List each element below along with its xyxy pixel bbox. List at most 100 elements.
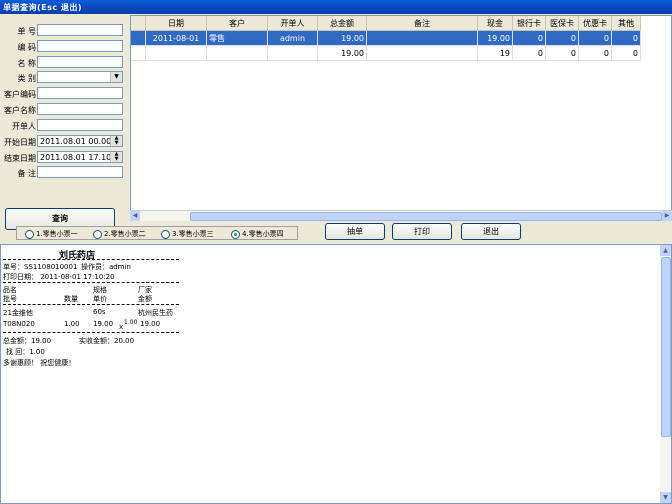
- receipt-change: 找 回：1.00: [6, 348, 45, 356]
- cell-date: [145, 45, 207, 61]
- receipt-item-price: 19.00: [93, 320, 114, 328]
- filter-category-label: 类 别: [17, 74, 36, 83]
- filter-customer-code-label: 客户编码: [4, 90, 36, 99]
- cell-issuer: [267, 45, 318, 61]
- scroll-right-icon[interactable]: ▶: [662, 211, 672, 221]
- receipt-item-spec: 60s: [93, 308, 106, 316]
- cell-total: 19.00: [317, 30, 367, 46]
- end-date-spinner[interactable]: ▲ ▼: [110, 152, 122, 162]
- receipt-item-multiplier: 1.00: [124, 319, 138, 326]
- filter-start-date-picker[interactable]: 2011.08.01 00.00 ▲ ▼: [37, 135, 123, 147]
- col-other[interactable]: 其他: [611, 16, 641, 31]
- start-date-spinner[interactable]: ▲ ▼: [110, 136, 122, 146]
- col-remark[interactable]: 备注: [366, 16, 478, 31]
- receipt-hdr-batch: 批号: [3, 295, 17, 303]
- cell-remark: [366, 45, 478, 61]
- receipt-hdr-price: 单价: [93, 295, 107, 303]
- window-title: 单据查询(Esc 退出): [3, 3, 83, 12]
- spin-down-icon[interactable]: ▼: [111, 141, 122, 146]
- filter-issuer-input[interactable]: [37, 119, 123, 131]
- filter-order-no-row: 单 号: [0, 24, 128, 38]
- cell-customer: [206, 45, 268, 61]
- cell-bank-card: 0: [512, 45, 546, 61]
- table-row-summary: 19.00 19 0 0 0 0: [131, 45, 641, 61]
- divider: [3, 332, 179, 333]
- receipt-received: 实收金额：20.00: [79, 337, 135, 345]
- receipt-preview: 刘氏药店 单号：SS1108010001 操作员：admin 打印日期： 201…: [0, 244, 672, 504]
- filter-customer-name-input[interactable]: [37, 103, 123, 115]
- filter-end-date-picker[interactable]: 2011.08.01 17.10 ▲ ▼: [37, 151, 123, 163]
- cell-discount-card: 0: [578, 30, 612, 46]
- filter-issuer-label: 开单人: [12, 122, 36, 131]
- cell-medical-card: 0: [545, 45, 579, 61]
- col-date[interactable]: 日期: [145, 16, 207, 31]
- filter-customer-code-row: 客户编码: [0, 87, 128, 101]
- scrollbar-thumb[interactable]: [190, 212, 662, 221]
- receipt-item-batch: T08N020: [3, 320, 35, 328]
- chevron-down-icon[interactable]: ▼: [110, 72, 122, 82]
- scrollbar-thumb[interactable]: [661, 257, 671, 437]
- radio-ticket-3[interactable]: 3.零售小票三: [161, 229, 214, 239]
- filter-customer-name-label: 客户名称: [4, 106, 36, 115]
- radio-dot-icon: [161, 229, 170, 239]
- start-date-value: 2011.08.01 00.00: [40, 137, 112, 146]
- exit-button[interactable]: 退出: [461, 223, 521, 240]
- receipt-thanks: 多谢惠顾！ 祝您健康！: [3, 359, 76, 367]
- cell-cash: 19: [477, 45, 513, 61]
- print-options-bar: 1.零售小票一 2.零售小票二 3.零售小票三 4.零售小票四 抽单 打印 退出: [0, 221, 672, 243]
- end-date-value: 2011.08.01 17.10: [40, 153, 112, 162]
- radio-ticket-4[interactable]: 4.零售小票四: [231, 229, 284, 239]
- col-bank-card[interactable]: 银行卡: [512, 16, 546, 31]
- filter-code-row: 编 码: [0, 40, 128, 54]
- filter-panel: 单 号 编 码 名 称 类 别 ▼ 客户编码 客户名称 开单人 开始日期 201…: [0, 14, 128, 230]
- col-issuer[interactable]: 开单人: [267, 16, 318, 31]
- receipt-hdr-qty: 数量: [64, 295, 78, 303]
- radio-ticket-1[interactable]: 1.零售小票一: [25, 229, 78, 239]
- receipt-item-qty: 1.00: [64, 320, 80, 328]
- filter-code-label: 编 码: [17, 43, 36, 52]
- filter-end-date-row: 结束日期 2011.08.01 17.10 ▲ ▼: [0, 151, 128, 165]
- filter-category-select[interactable]: ▼: [37, 71, 123, 83]
- receipt-item-maker: 杭州民生药: [138, 309, 173, 317]
- scroll-left-icon[interactable]: ◀: [130, 211, 140, 221]
- col-total[interactable]: 总金额: [317, 16, 367, 31]
- cell-cash: 19.00: [477, 30, 513, 46]
- cell-remark: [366, 30, 478, 46]
- filter-order-no-input[interactable]: [37, 24, 123, 36]
- divider: [3, 304, 179, 305]
- radio-ticket-2[interactable]: 2.零售小票二: [93, 229, 146, 239]
- filter-name-input[interactable]: [37, 56, 123, 68]
- grid-horizontal-scrollbar[interactable]: ◀ ▶: [130, 210, 672, 221]
- filter-name-label: 名 称: [17, 59, 36, 68]
- filter-name-row: 名 称: [0, 56, 128, 70]
- col-discount-card[interactable]: 优惠卡: [578, 16, 612, 31]
- filter-remark-label: 备 注: [17, 169, 36, 178]
- cell-total: 19.00: [317, 45, 367, 61]
- col-customer[interactable]: 客户: [206, 16, 268, 31]
- scroll-down-icon[interactable]: ▼: [660, 492, 671, 503]
- receipt-item-x: x: [119, 323, 124, 331]
- receipt-hdr-amount: 金额: [138, 295, 152, 303]
- results-grid[interactable]: 日期 客户 开单人 总金额 备注 现金 银行卡 医保卡 优惠卡 其他 2011-…: [130, 15, 672, 220]
- print-button[interactable]: 打印: [392, 223, 452, 240]
- receipt-vertical-scrollbar[interactable]: ▲ ▼: [660, 245, 671, 503]
- filter-customer-code-input[interactable]: [37, 87, 123, 99]
- extract-button[interactable]: 抽单: [325, 223, 385, 240]
- cell-bank-card: 0: [512, 30, 546, 46]
- filter-category-row: 类 别 ▼: [0, 71, 128, 85]
- col-cash[interactable]: 现金: [477, 16, 513, 31]
- table-row[interactable]: 2011-08-01 零售 admin 19.00 19.00 0 0 0 0: [131, 30, 641, 46]
- receipt-order-no: 单号：SS1108010001: [3, 263, 78, 271]
- row-indicator: [131, 30, 146, 46]
- filter-code-input[interactable]: [37, 40, 123, 52]
- spin-down-icon[interactable]: ▼: [111, 157, 122, 162]
- col-medical-card[interactable]: 医保卡: [545, 16, 579, 31]
- receipt-print-date: 打印日期： 2011-08-01 17:10:20: [3, 273, 115, 281]
- filter-remark-input[interactable]: [37, 166, 123, 178]
- row-indicator: [131, 45, 146, 61]
- cell-customer: 零售: [206, 30, 268, 46]
- scroll-up-icon[interactable]: ▲: [660, 245, 671, 256]
- cell-date: 2011-08-01: [145, 30, 207, 46]
- cell-other: 0: [611, 30, 641, 46]
- receipt-operator: 操作员：admin: [81, 263, 131, 271]
